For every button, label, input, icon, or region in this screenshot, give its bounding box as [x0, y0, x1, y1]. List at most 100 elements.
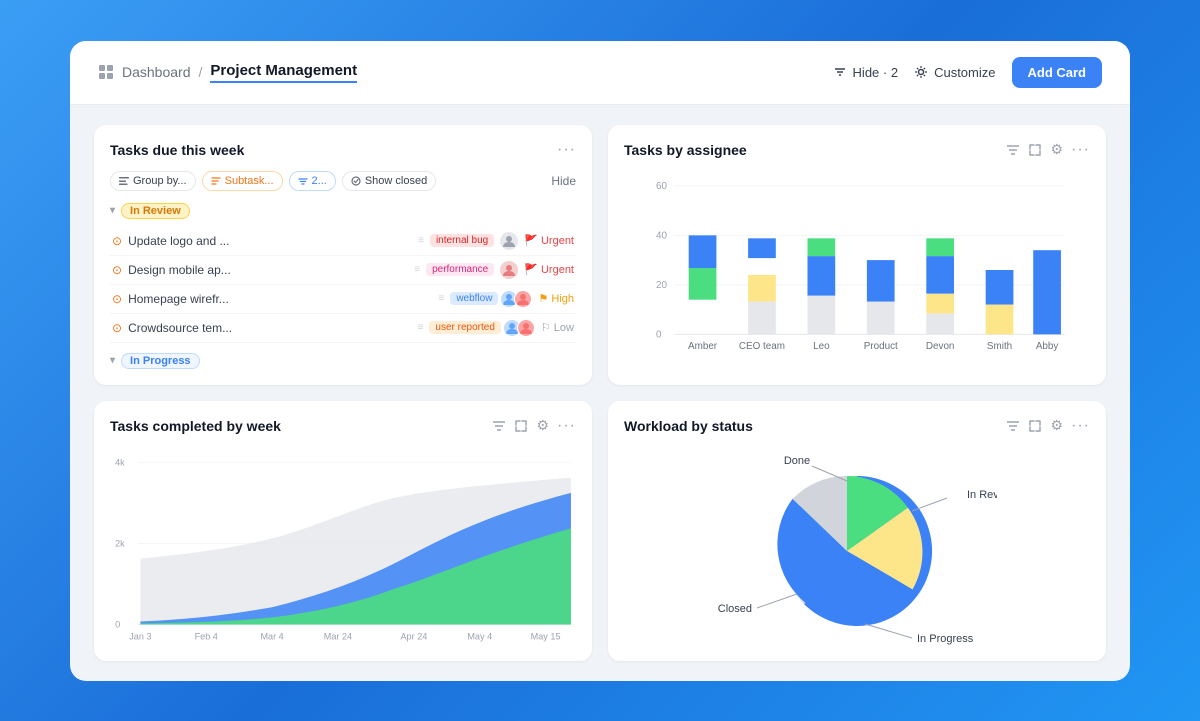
- hide-tasks-button[interactable]: Hide: [551, 174, 576, 188]
- priority-flag: 🚩 Urgent: [524, 234, 574, 247]
- task-menu-icon: ≡: [418, 322, 424, 333]
- tasks-toolbar: Group by... Subtask... 2...: [110, 171, 576, 191]
- filter-icon: [833, 65, 847, 79]
- tasks-due-actions: ···: [557, 141, 576, 159]
- hide-button[interactable]: Hide · 2: [833, 65, 899, 80]
- filter-count-label: 2...: [312, 175, 327, 187]
- filter-button[interactable]: [1006, 143, 1020, 157]
- group-by-button[interactable]: Group by...: [110, 171, 196, 191]
- expand-button[interactable]: [1028, 143, 1042, 157]
- priority-flag: ⚑ High: [538, 292, 574, 305]
- chevron-down-icon: ▾: [110, 205, 115, 216]
- filter-icon-4: [1006, 419, 1020, 433]
- tasks-due-more-button[interactable]: ···: [557, 141, 576, 159]
- tasks-due-card: Tasks due this week ··· Group by...: [94, 125, 592, 385]
- in-review-section-header: ▾ In Review: [110, 199, 576, 223]
- svg-text:Devon: Devon: [926, 341, 955, 352]
- header-actions: Hide · 2 Customize Add Card: [833, 57, 1102, 88]
- svg-text:40: 40: [656, 230, 667, 241]
- svg-text:Abby: Abby: [1036, 341, 1059, 352]
- settings-button[interactable]: ⚙: [1050, 141, 1063, 158]
- task-row[interactable]: ⊙ Design mobile ap... ≡ performance 🚩 Ur…: [110, 256, 576, 285]
- svg-text:0: 0: [656, 329, 662, 340]
- in-progress-section-header: ▾ In Progress: [110, 349, 576, 373]
- filter-count-button[interactable]: 2...: [289, 171, 336, 191]
- more-button-3[interactable]: ···: [1071, 417, 1090, 435]
- subtask-icon: [211, 176, 221, 186]
- header: Dashboard / Project Management Hide · 2 …: [70, 41, 1130, 105]
- task-avatar-2: [514, 290, 532, 308]
- svg-text:Feb 4: Feb 4: [195, 631, 218, 641]
- more-button[interactable]: ···: [1071, 141, 1090, 159]
- expand-button-3[interactable]: [1028, 419, 1042, 433]
- expand-icon-2: [514, 419, 528, 433]
- workload-status-card: Workload by status ⚙: [608, 401, 1106, 661]
- task-tag: user reported: [429, 321, 500, 334]
- area-chart-svg: 4k 2k 0 Jan 3 Feb 4 Mar 4: [110, 447, 576, 645]
- task-tag: internal bug: [430, 234, 494, 247]
- customize-button[interactable]: Customize: [914, 65, 995, 80]
- bar-chart-area: 60 40 20 0 Amber: [624, 171, 1090, 369]
- filter-button-3[interactable]: [1006, 419, 1020, 433]
- breadcrumb-separator: /: [199, 64, 203, 80]
- tasks-assignee-title: Tasks by assignee: [624, 142, 747, 158]
- svg-text:In Review: In Review: [967, 489, 997, 501]
- svg-text:60: 60: [656, 180, 667, 191]
- hide-label: Hide · 2: [853, 65, 899, 80]
- filter-button-2[interactable]: [492, 419, 506, 433]
- dashboard-icon: [98, 64, 114, 80]
- task-row[interactable]: ⊙ Crowdsource tem... ≡ user reported ⚐ L…: [110, 314, 576, 343]
- svg-text:Amber: Amber: [688, 341, 718, 352]
- svg-text:Mar 24: Mar 24: [324, 631, 352, 641]
- settings-button-2[interactable]: ⚙: [536, 417, 549, 434]
- workload-header: Workload by status ⚙: [624, 417, 1090, 435]
- show-closed-button[interactable]: Show closed: [342, 171, 436, 191]
- expand-button-2[interactable]: [514, 419, 528, 433]
- breadcrumb: Dashboard / Project Management: [98, 62, 357, 83]
- add-card-button[interactable]: Add Card: [1012, 57, 1103, 88]
- subtask-button[interactable]: Subtask...: [202, 171, 283, 191]
- breadcrumb-current: Project Management: [210, 62, 357, 83]
- task-status-icon: ⊙: [112, 321, 122, 335]
- tasks-assignee-header: Tasks by assignee ⚙: [624, 141, 1090, 159]
- svg-text:May 4: May 4: [467, 631, 492, 641]
- task-name: Homepage wirefr...: [128, 292, 432, 306]
- breadcrumb-root[interactable]: Dashboard: [122, 64, 191, 80]
- task-avatar-2: [517, 319, 535, 337]
- svg-text:In Progress: In Progress: [917, 633, 974, 645]
- task-name: Update logo and ...: [128, 234, 412, 248]
- workload-actions: ⚙ ···: [1006, 417, 1090, 435]
- svg-text:Closed: Closed: [718, 603, 752, 615]
- customize-label: Customize: [934, 65, 995, 80]
- avatar-group: [504, 290, 532, 308]
- customize-icon: [914, 65, 928, 79]
- pie-chart-svg: Done In Review In Progress Closed: [717, 446, 997, 646]
- task-status-icon: ⊙: [112, 263, 122, 277]
- expand-icon: [1028, 143, 1042, 157]
- task-row[interactable]: ⊙ Update logo and ... ≡ internal bug 🚩 U…: [110, 227, 576, 256]
- tasks-assignee-actions: ⚙ ···: [1006, 141, 1090, 159]
- more-button-2[interactable]: ···: [557, 417, 576, 435]
- add-card-label: Add Card: [1028, 65, 1087, 80]
- task-menu-icon: ≡: [414, 264, 420, 275]
- task-tag: performance: [426, 263, 494, 276]
- group-by-label: Group by...: [133, 175, 187, 187]
- tasks-due-title: Tasks due this week: [110, 142, 244, 158]
- priority-flag: ⚐ Low: [541, 321, 574, 334]
- main-container: Dashboard / Project Management Hide · 2 …: [70, 41, 1130, 681]
- in-review-badge: In Review: [121, 203, 190, 219]
- svg-text:2k: 2k: [115, 538, 125, 548]
- svg-text:Smith: Smith: [987, 341, 1012, 352]
- task-row[interactable]: ⊙ Homepage wirefr... ≡ webflow ⚑ High: [110, 285, 576, 314]
- task-tag: webflow: [450, 292, 498, 305]
- task-avatar: [500, 261, 518, 279]
- task-name: Crowdsource tem...: [128, 321, 412, 335]
- task-menu-icon: ≡: [418, 235, 424, 246]
- workload-title: Workload by status: [624, 418, 753, 434]
- svg-text:May 15: May 15: [531, 631, 561, 641]
- settings-button-3[interactable]: ⚙: [1050, 417, 1063, 434]
- content-grid: Tasks due this week ··· Group by...: [70, 105, 1130, 681]
- tasks-due-header: Tasks due this week ···: [110, 141, 576, 159]
- tasks-completed-card: Tasks completed by week ⚙: [94, 401, 592, 661]
- task-menu-icon: ≡: [438, 293, 444, 304]
